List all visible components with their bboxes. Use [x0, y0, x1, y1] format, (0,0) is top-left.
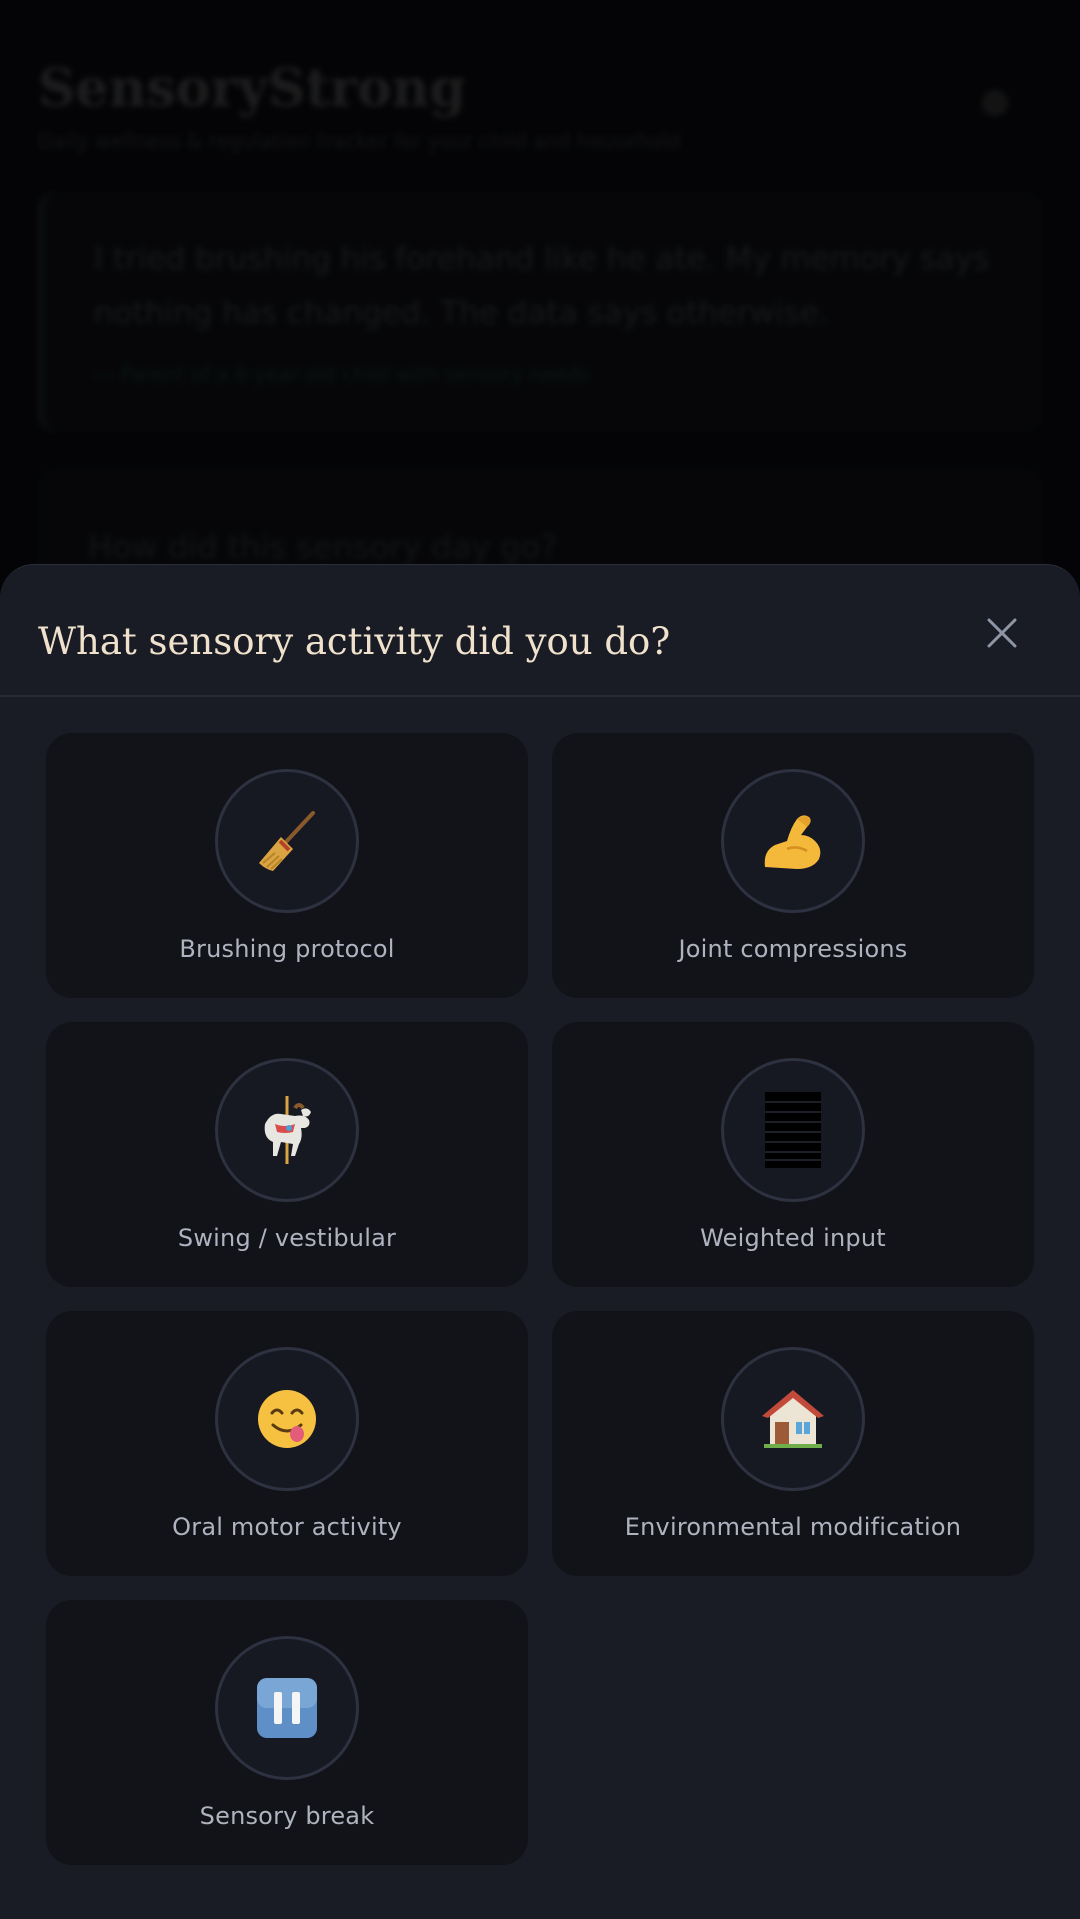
activity-swing-vestibular[interactable]: Swing / vestibular [46, 1022, 528, 1287]
activity-icon-circle [721, 769, 865, 913]
close-icon [987, 618, 1017, 648]
activity-icon-circle [215, 1636, 359, 1780]
activity-icon-circle [721, 1347, 865, 1491]
activity-icon-circle [721, 1058, 865, 1202]
activity-sheet: What sensory activity did you do? Brushi… [0, 564, 1080, 1919]
sheet-title: What sensory activity did you do? [38, 620, 671, 663]
sheet-header: What sensory activity did you do? [0, 565, 1080, 697]
activity-label: Weighted input [700, 1224, 886, 1252]
activity-joint-compressions[interactable]: Joint compressions [552, 733, 1034, 998]
close-button[interactable] [972, 603, 1032, 663]
flexed-biceps-icon [764, 815, 821, 869]
activity-label: Brushing protocol [179, 935, 395, 963]
pause-button-icon [257, 1678, 317, 1738]
broom-icon [259, 811, 315, 871]
face-savoring-food-icon [258, 1390, 316, 1448]
activity-icon-circle [215, 769, 359, 913]
activity-oral-motor[interactable]: Oral motor activity [46, 1311, 528, 1576]
house-icon [762, 1390, 824, 1448]
activity-brushing-protocol[interactable]: Brushing protocol [46, 733, 528, 998]
activity-weighted-input[interactable]: Weighted input [552, 1022, 1034, 1287]
weight-blanket-icon [765, 1092, 821, 1168]
activity-label: Oral motor activity [172, 1513, 402, 1541]
activity-sensory-break[interactable]: Sensory break [46, 1600, 528, 1865]
activity-icon-circle [215, 1347, 359, 1491]
activity-icon-circle [215, 1058, 359, 1202]
activity-label: Joint compressions [678, 935, 908, 963]
activity-grid: Brushing protocol Joint compressions Swi… [46, 733, 1034, 1865]
activity-label: Sensory break [199, 1802, 375, 1830]
screen: SensoryStrong Daily wellness & regulatio… [0, 0, 1080, 1919]
carousel-horse-icon [264, 1096, 311, 1164]
activity-label: Swing / vestibular [177, 1224, 397, 1252]
activity-environmental-modification[interactable]: Environmental modification [552, 1311, 1034, 1576]
activity-label: Environmental modification [624, 1513, 962, 1541]
